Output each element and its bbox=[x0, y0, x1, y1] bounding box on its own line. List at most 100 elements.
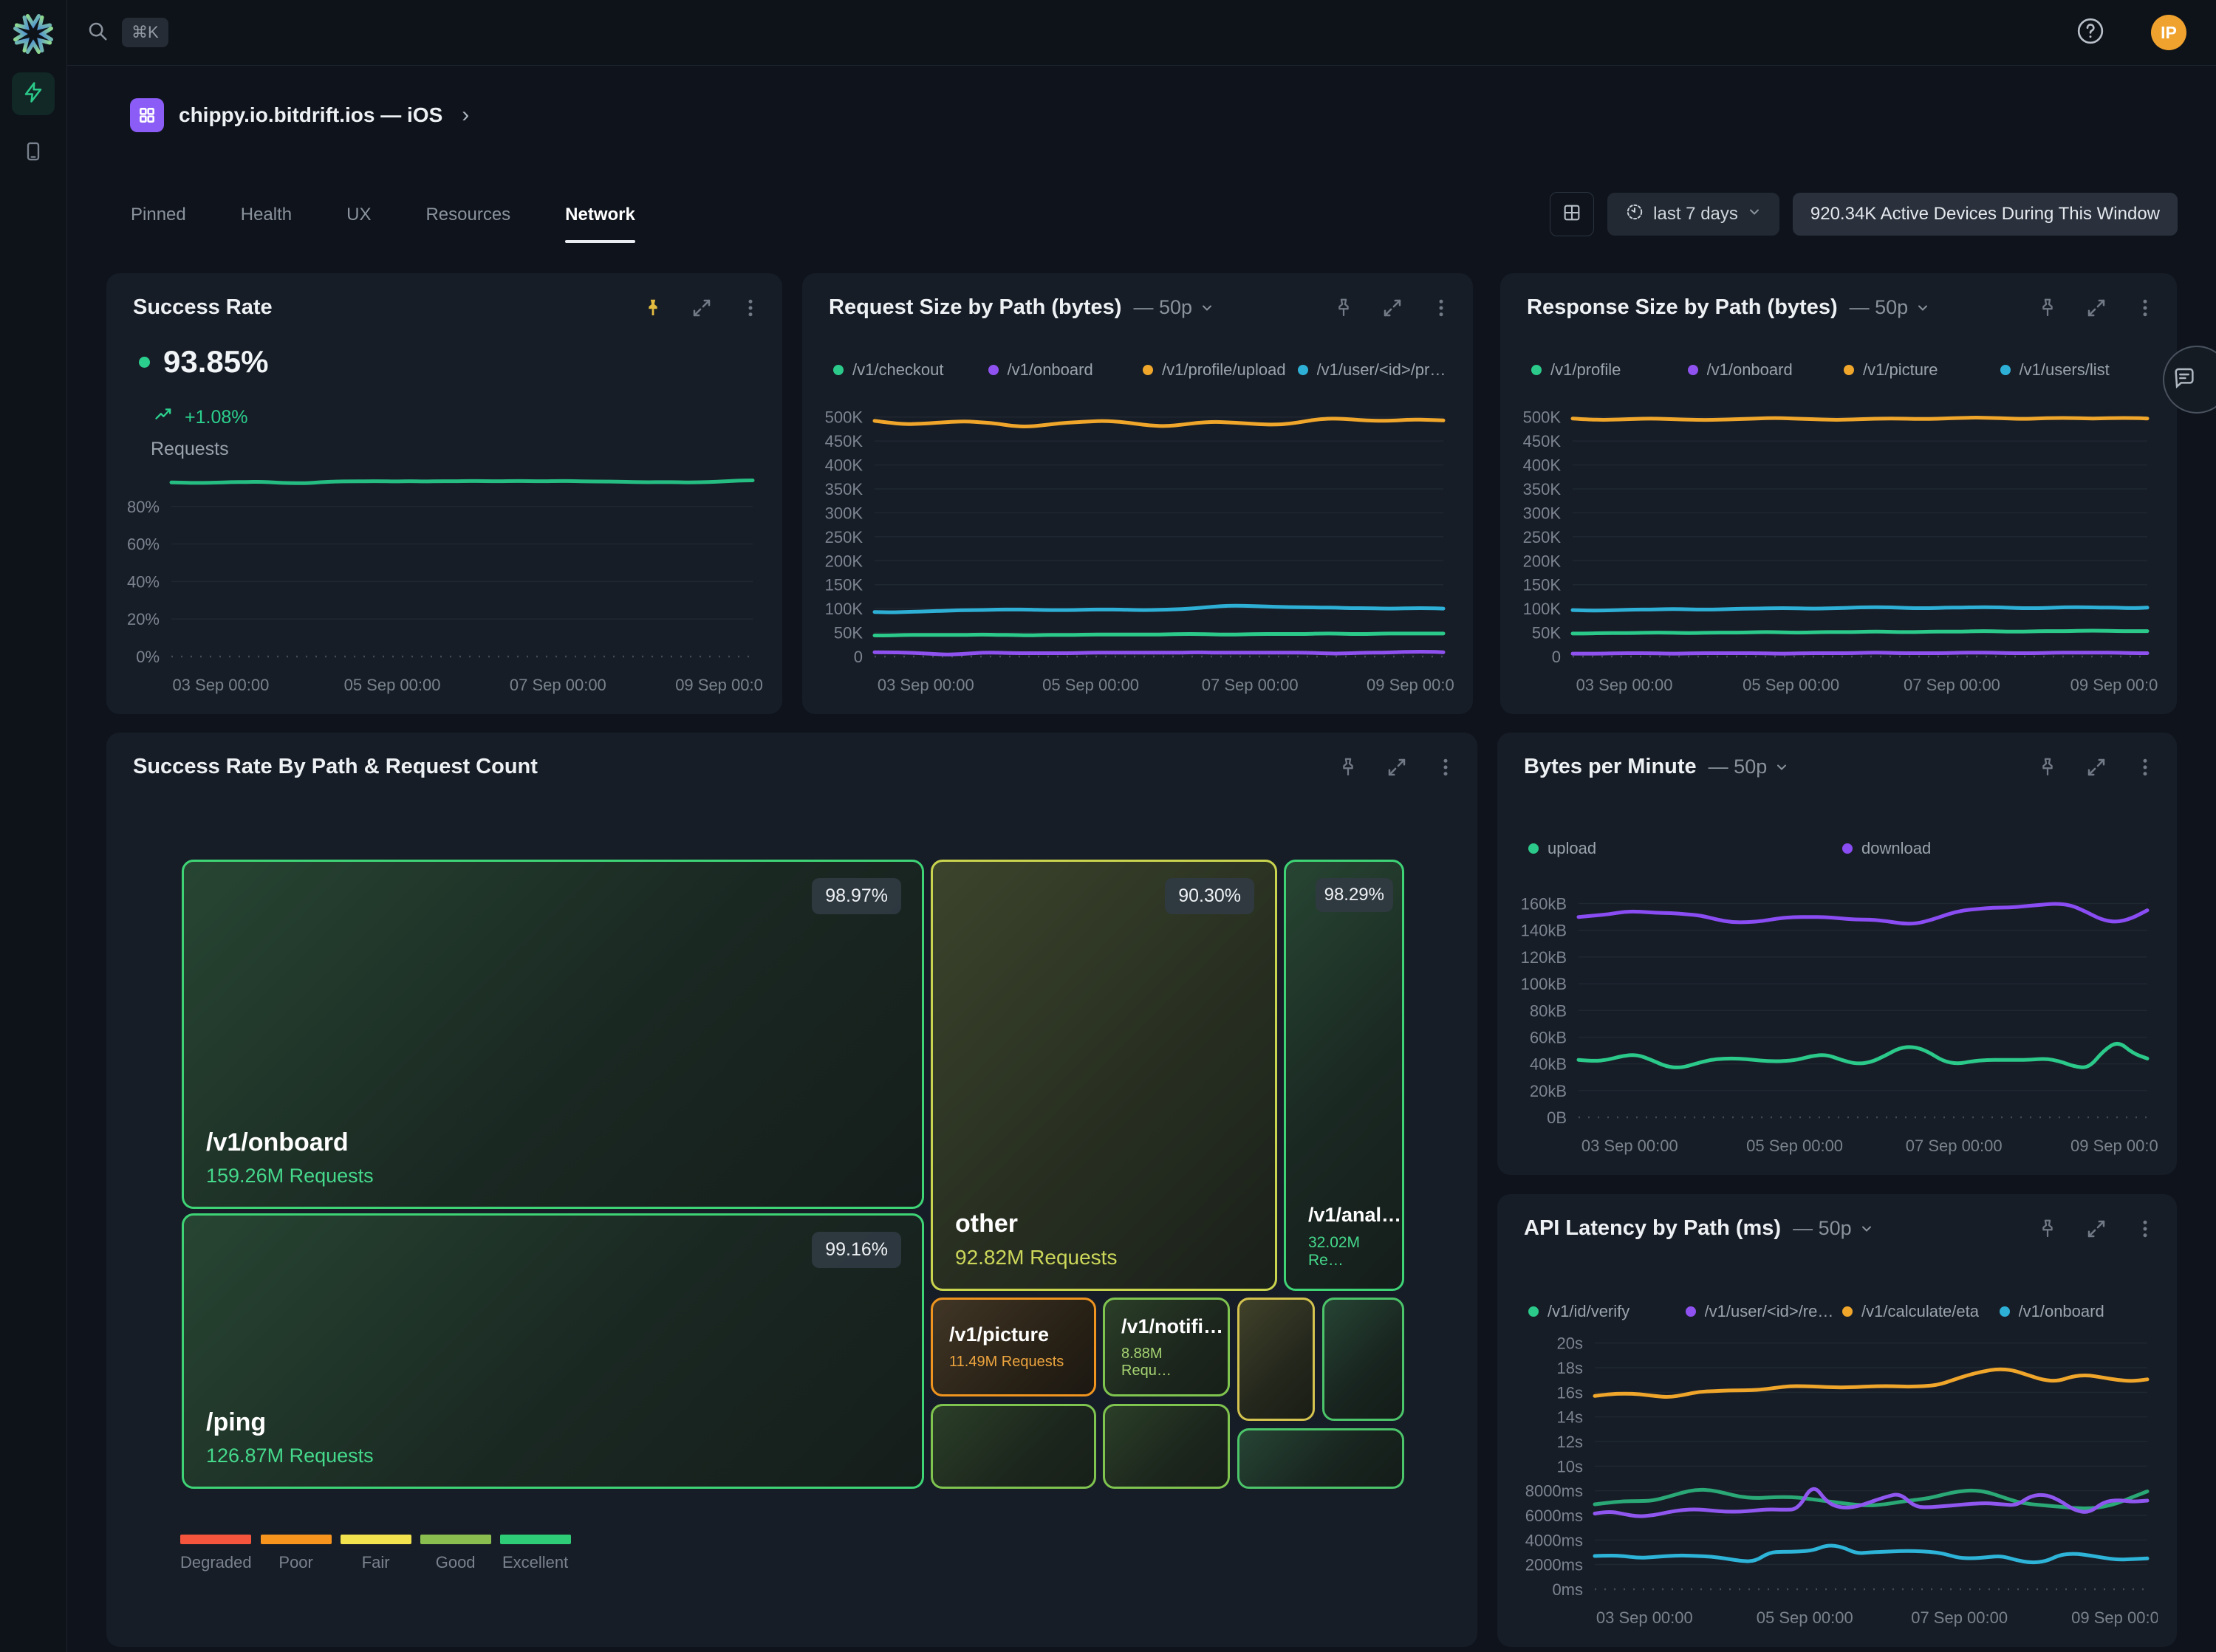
legend-label: /v1/picture bbox=[1863, 360, 1938, 380]
sidebar-item-devices[interactable] bbox=[12, 131, 55, 174]
global-search[interactable]: ⌘K bbox=[86, 18, 168, 47]
pin-icon[interactable] bbox=[2037, 297, 2059, 319]
legend-dot bbox=[1842, 843, 1853, 854]
time-range-dropdown[interactable]: last 7 days bbox=[1607, 193, 1779, 236]
request-size-chart[interactable]: 500K450K400K350K300K250K200K150K100K50K0… bbox=[813, 401, 1454, 705]
help-icon[interactable] bbox=[2076, 16, 2105, 49]
treemap-tile[interactable] bbox=[1322, 1298, 1404, 1421]
chevron-down-icon bbox=[1747, 204, 1762, 225]
legend-item[interactable]: /v1/onboard bbox=[1688, 360, 1844, 380]
search-shortcut-chip[interactable]: ⌘K bbox=[122, 18, 168, 47]
kebab-menu-icon[interactable] bbox=[739, 297, 762, 319]
expand-icon[interactable] bbox=[691, 297, 713, 319]
tab-health[interactable]: Health bbox=[241, 205, 292, 243]
treemap-tile[interactable] bbox=[1237, 1428, 1404, 1489]
legend-item[interactable]: /v1/calculate/eta bbox=[1842, 1302, 2000, 1321]
clock-icon bbox=[1625, 202, 1644, 227]
svg-text:400K: 400K bbox=[825, 456, 864, 475]
legend-item[interactable]: /v1/users/list bbox=[2000, 360, 2157, 380]
api-latency-chart[interactable]: 20s18s16s14s12s10s8000ms6000ms4000ms2000… bbox=[1508, 1322, 2158, 1638]
legend-item[interactable]: /v1/picture bbox=[1844, 360, 2000, 380]
legend-item[interactable]: /v1/user/<id>/re… bbox=[1686, 1302, 1843, 1321]
svg-text:14s: 14s bbox=[1557, 1408, 1583, 1427]
tab-ux[interactable]: UX bbox=[346, 205, 371, 243]
legend-item[interactable]: /v1/profile/upload bbox=[1143, 360, 1298, 380]
sidebar-item-dashboards[interactable] bbox=[12, 72, 55, 115]
pin-icon[interactable] bbox=[2037, 1218, 2059, 1240]
expand-icon[interactable] bbox=[2085, 756, 2107, 778]
tab-resources[interactable]: Resources bbox=[425, 205, 510, 243]
treemap-tile[interactable] bbox=[1237, 1298, 1315, 1421]
legend-label: /v1/users/list bbox=[2020, 360, 2110, 380]
legend-label: /v1/profile/upload bbox=[1162, 360, 1286, 380]
kebab-menu-icon[interactable] bbox=[2134, 297, 2156, 319]
scale-legend-label: Good bbox=[436, 1553, 476, 1572]
breadcrumb[interactable]: chippy.io.bitdrift.ios — iOS › bbox=[130, 98, 469, 132]
scale-legend-item: Fair bbox=[341, 1535, 411, 1572]
kebab-menu-icon[interactable] bbox=[2134, 1218, 2156, 1240]
svg-text:120kB: 120kB bbox=[1521, 948, 1567, 967]
kebab-menu-icon[interactable] bbox=[2134, 756, 2156, 778]
legend-item[interactable]: /v1/onboard bbox=[2000, 1302, 2157, 1321]
treemap-tile[interactable]: 98.29%/v1/anal…32.02M Re… bbox=[1284, 860, 1404, 1291]
legend-item[interactable]: /v1/checkout bbox=[833, 360, 988, 380]
success-rate-chart[interactable]: 80%60%40%20%0%03 Sep 00:0005 Sep 00:0007… bbox=[117, 460, 763, 705]
svg-text:09 Sep 00:00: 09 Sep 00:00 bbox=[2071, 1608, 2158, 1627]
avatar[interactable]: IP bbox=[2151, 15, 2186, 50]
scale-legend-label: Poor bbox=[278, 1553, 312, 1572]
svg-text:03 Sep 00:00: 03 Sep 00:00 bbox=[1581, 1137, 1678, 1155]
bytes-per-minute-chart[interactable]: 160kB140kB120kB100kB80kB60kB40kB20kB0B03… bbox=[1508, 871, 2158, 1166]
treemap-tile[interactable]: 98.97%/v1/onboard159.26M Requests bbox=[182, 860, 924, 1209]
percentile-dropdown[interactable]: — 50p bbox=[1133, 296, 1214, 319]
svg-text:0: 0 bbox=[854, 648, 863, 666]
svg-text:8000ms: 8000ms bbox=[1525, 1482, 1583, 1501]
percentile-dropdown[interactable]: — 50p bbox=[1709, 755, 1790, 778]
response-size-chart[interactable]: 500K450K400K350K300K250K200K150K100K50K0… bbox=[1511, 401, 2158, 705]
svg-text:12s: 12s bbox=[1557, 1433, 1583, 1451]
svg-text:03 Sep 00:00: 03 Sep 00:00 bbox=[1576, 676, 1673, 694]
grid-icon bbox=[1562, 202, 1582, 227]
treemap-tile[interactable] bbox=[1103, 1404, 1230, 1489]
svg-text:140kB: 140kB bbox=[1521, 922, 1567, 940]
svg-text:09 Sep 00:00: 09 Sep 00:00 bbox=[2070, 676, 2158, 694]
legend-dot bbox=[1686, 1306, 1696, 1317]
success-rate-sublabel: Requests bbox=[151, 439, 229, 460]
layout-grid-button[interactable] bbox=[1550, 192, 1594, 236]
percentile-dropdown[interactable]: — 50p bbox=[1850, 296, 1931, 319]
legend-item[interactable]: upload bbox=[1528, 839, 1842, 858]
legend-item[interactable]: /v1/id/verify bbox=[1528, 1302, 1686, 1321]
pin-icon[interactable] bbox=[2037, 756, 2059, 778]
percentile-dropdown[interactable]: — 50p bbox=[1793, 1217, 1874, 1240]
legend-dot bbox=[833, 365, 844, 375]
legend-item[interactable]: /v1/profile bbox=[1531, 360, 1688, 380]
tile-request-count: 32.02M Re… bbox=[1308, 1234, 1380, 1269]
legend-item[interactable]: /v1/user/<id>/pr… bbox=[1298, 360, 1453, 380]
tile-request-count: 126.87M Requests bbox=[206, 1444, 900, 1467]
svg-text:500K: 500K bbox=[1523, 408, 1562, 427]
expand-icon[interactable] bbox=[2085, 297, 2107, 319]
tab-pinned[interactable]: Pinned bbox=[131, 205, 186, 243]
bitdrift-logo-icon[interactable] bbox=[11, 12, 55, 56]
svg-text:2000ms: 2000ms bbox=[1525, 1556, 1583, 1574]
pin-icon[interactable] bbox=[1333, 297, 1355, 319]
treemap-tile[interactable]: /v1/notifi…8.88M Requ… bbox=[1103, 1298, 1230, 1396]
chart-legend: uploaddownload bbox=[1528, 839, 2156, 858]
legend-item[interactable]: download bbox=[1842, 839, 2156, 858]
expand-icon[interactable] bbox=[1381, 297, 1403, 319]
svg-text:20s: 20s bbox=[1557, 1334, 1583, 1353]
treemap-tile[interactable]: /v1/picture11.49M Requests bbox=[931, 1298, 1096, 1396]
trend-up-icon bbox=[154, 405, 174, 431]
tab-network[interactable]: Network bbox=[565, 205, 635, 243]
time-range-label: last 7 days bbox=[1653, 204, 1738, 225]
treemap-tile[interactable]: 99.16%/ping126.87M Requests bbox=[182, 1213, 924, 1489]
pin-icon[interactable] bbox=[642, 297, 664, 319]
treemap-tile[interactable]: 90.30%other92.82M Requests bbox=[931, 860, 1277, 1291]
scale-legend-label: Excellent bbox=[502, 1553, 568, 1572]
expand-icon[interactable] bbox=[2085, 1218, 2107, 1240]
treemap-tile[interactable] bbox=[931, 1404, 1096, 1489]
svg-text:18s: 18s bbox=[1557, 1359, 1583, 1377]
legend-item[interactable]: /v1/onboard bbox=[988, 360, 1143, 380]
chevron-right-icon[interactable]: › bbox=[462, 103, 469, 128]
svg-text:300K: 300K bbox=[1523, 504, 1562, 522]
kebab-menu-icon[interactable] bbox=[1430, 297, 1452, 319]
